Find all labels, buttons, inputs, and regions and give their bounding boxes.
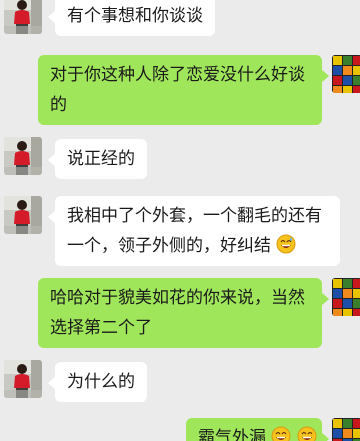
message-bubble[interactable]: 霸气外漏: [186, 418, 329, 441]
message-text: 哈哈对于貌美如花的你来说，当然: [50, 288, 305, 308]
message-text-with-emoji: 一个，领子外侧的，好纠结: [67, 231, 328, 261]
avatar[interactable]: [332, 278, 360, 316]
message-text: 说正经的: [67, 149, 135, 169]
laugh-emoji-icon: [271, 426, 292, 441]
chat-screen: { "messages": [ { "side": "left", "lines…: [0, 0, 360, 441]
avatar[interactable]: [4, 196, 42, 234]
message-bubble[interactable]: 说正经的: [48, 139, 147, 179]
message-bubble[interactable]: 我相中了个外套，一个翻毛的还有 一个，领子外侧的，好纠结: [48, 196, 340, 266]
message-bubble[interactable]: 哈哈对于貌美如花的你来说，当然 选择第二个了: [38, 278, 329, 348]
message-bubble[interactable]: 为什么的: [48, 362, 147, 402]
avatar[interactable]: [4, 0, 42, 34]
message-text-with-emoji: 霸气外漏: [198, 423, 317, 441]
message-text: 霸气外漏: [198, 428, 266, 441]
message-bubble[interactable]: 对于你这种人除了恋爱没什么好谈 的: [38, 55, 329, 125]
avatar[interactable]: [4, 360, 42, 398]
avatar[interactable]: [332, 418, 360, 441]
laugh-emoji-icon: [297, 426, 317, 441]
message-text: 的: [50, 95, 67, 115]
grin-sweat-emoji-icon: [276, 234, 297, 254]
avatar[interactable]: [4, 137, 42, 175]
message-text: 一个，领子外侧的，好纠结: [67, 236, 271, 256]
message-text: 有个事想和你谈谈: [67, 6, 203, 26]
message-text: 我相中了个外套，一个翻毛的还有: [67, 206, 322, 226]
message-text: 对于你这种人除了恋爱没什么好谈: [50, 65, 305, 85]
message-bubble[interactable]: 有个事想和你谈谈: [48, 0, 215, 36]
message-text: 选择第二个了: [50, 318, 152, 338]
avatar[interactable]: [332, 55, 360, 93]
message-text: 为什么的: [67, 372, 135, 392]
